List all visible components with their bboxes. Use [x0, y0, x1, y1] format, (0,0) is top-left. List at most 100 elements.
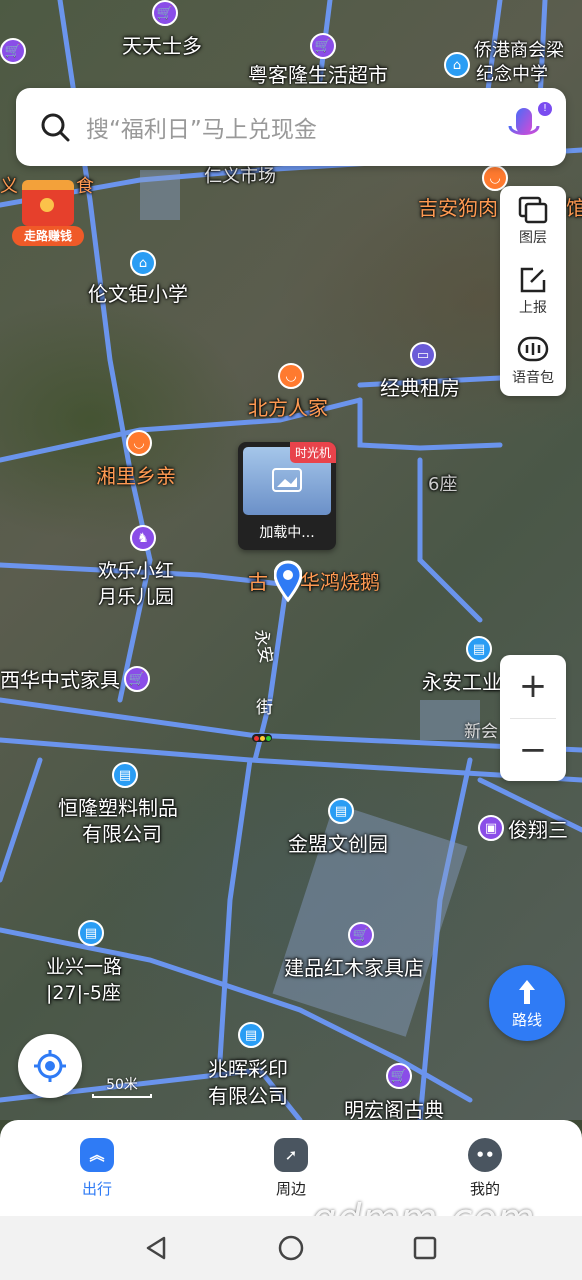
- building-icon: ▤: [112, 762, 138, 788]
- shopping-cart-icon: 🛒: [0, 38, 26, 64]
- map-label: 馆: [566, 196, 582, 220]
- voice-pack-icon: [517, 336, 549, 362]
- map-label: 有限公司: [82, 822, 162, 846]
- food-bowl-icon: ◡: [278, 363, 304, 389]
- map-label: 吉安狗肉: [418, 196, 498, 220]
- locate-crosshair-icon: [34, 1050, 66, 1082]
- search-placeholder[interactable]: 搜“福利日”马上兑现金: [86, 110, 502, 144]
- rocking-horse-icon: ♞: [130, 525, 156, 551]
- map-label: 业兴一路: [46, 956, 123, 978]
- map-label: 建品红木家具店: [284, 956, 424, 980]
- travel-chevrons-icon: ︽: [80, 1137, 114, 1172]
- map-label: 兆晖彩印: [208, 1057, 288, 1081]
- school-icon: ⌂: [444, 52, 470, 78]
- map-label: 伦文钜小学: [88, 282, 188, 306]
- building-icon: ▤: [78, 920, 104, 946]
- shopping-bag-icon: ▣: [478, 815, 504, 841]
- timelapse-card[interactable]: 时光机 加载中...: [238, 442, 336, 550]
- side-toolbar: 图层 上报 语音包: [500, 186, 566, 396]
- shop-poi[interactable]: 🛒: [0, 38, 26, 64]
- map-label: 粤客隆生活超市: [248, 63, 388, 87]
- school-icon: ⌂: [130, 250, 156, 276]
- company-poi[interactable]: ▤: [238, 1022, 264, 1048]
- voice-pack-label: 语音包: [512, 370, 554, 386]
- voice-search-button[interactable]: !: [502, 102, 552, 150]
- recents-square-icon[interactable]: [412, 1235, 438, 1261]
- shopping-cart-icon: 🛒: [124, 666, 150, 692]
- notification-dot: !: [538, 102, 552, 116]
- tab-travel[interactable]: ︽ 出行: [37, 1137, 157, 1199]
- shopping-cart-icon: 🛒: [152, 0, 178, 26]
- bed-icon: ▭: [410, 342, 436, 368]
- locate-me-button[interactable]: [18, 1034, 82, 1098]
- walk-earn-promo[interactable]: 走路赚钱: [12, 180, 84, 250]
- shop-poi[interactable]: ▣: [478, 815, 504, 841]
- tab-nearby[interactable]: ➚ 周边: [231, 1137, 351, 1199]
- home-circle-icon[interactable]: [277, 1234, 305, 1262]
- map-label: 金盟文创园: [288, 832, 388, 856]
- satellite-map[interactable]: 🛒 🛒 🛒 ⌂ ⌂ ◡ ◡ ◡ ▭ ♞ 🛒 ▤ ▤ ▤ ▣ ▤ 🛒 ▤ 🛒 天天…: [0, 0, 582, 1120]
- map-label: 侨港商会梁: [474, 40, 564, 61]
- compass-icon: ➚: [274, 1137, 308, 1172]
- location-pin-icon: [273, 560, 303, 603]
- route-button[interactable]: 路线: [489, 965, 565, 1041]
- report-button[interactable]: 上报: [517, 265, 549, 317]
- route-label: 路线: [511, 1010, 542, 1029]
- voice-pack-button[interactable]: 语音包: [512, 335, 554, 387]
- tab-nearby-label: 周边: [275, 1179, 306, 1198]
- map-label: 仁义市场: [204, 166, 276, 187]
- map-label: 有限公司: [208, 1084, 288, 1108]
- zoom-out-button[interactable]: −: [500, 719, 566, 782]
- shop-poi[interactable]: 🛒: [348, 922, 374, 948]
- map-label: 俊翔三: [508, 818, 568, 842]
- shop-poi[interactable]: 🛒: [152, 0, 178, 26]
- scale-bar: 50米: [92, 1074, 152, 1098]
- food-bowl-icon: ◡: [126, 430, 152, 456]
- shop-poi[interactable]: 🛒: [124, 666, 150, 692]
- food-poi[interactable]: ◡: [126, 430, 152, 456]
- map-label: 北方人家: [248, 396, 328, 420]
- map-label: 6座: [428, 474, 458, 495]
- shopping-cart-icon: 🛒: [348, 922, 374, 948]
- school-poi[interactable]: ⌂: [130, 250, 156, 276]
- map-label: 华鸿烧鹅: [300, 570, 380, 594]
- tab-mine[interactable]: •• 我的: [425, 1137, 545, 1199]
- map-label: 纪念中学: [476, 64, 548, 85]
- map-label: 永安工业: [422, 670, 502, 694]
- road-label: 新会: [464, 722, 498, 742]
- kindergarten-poi[interactable]: ♞: [130, 525, 156, 551]
- map-label: 古: [248, 570, 268, 594]
- search-icon: [41, 113, 70, 142]
- layers-button[interactable]: 图层: [517, 195, 549, 247]
- food-poi[interactable]: ◡: [278, 363, 304, 389]
- shopping-cart-icon: 🛒: [386, 1063, 412, 1089]
- scale-label: 50米: [106, 1077, 138, 1093]
- company-poi[interactable]: ▤: [466, 636, 492, 662]
- company-poi[interactable]: ▤: [78, 920, 104, 946]
- red-packet-icon: [22, 180, 74, 226]
- back-triangle-icon[interactable]: [144, 1235, 170, 1261]
- map-label: 经典租房: [380, 376, 460, 400]
- map-label: 月乐儿园: [98, 586, 175, 608]
- zoom-in-button[interactable]: +: [500, 655, 566, 718]
- shop-poi[interactable]: 🛒: [310, 33, 336, 59]
- school-poi[interactable]: ⌂: [444, 52, 470, 78]
- search-bar[interactable]: 搜“福利日”马上兑现金 !: [16, 88, 566, 166]
- layers-label: 图层: [519, 230, 547, 246]
- promo-label: 走路赚钱: [12, 226, 84, 246]
- profile-face-icon: ••: [468, 1137, 502, 1172]
- hotel-poi[interactable]: ▭: [410, 342, 436, 368]
- map-label: 恒隆塑料制品: [58, 796, 178, 820]
- company-poi[interactable]: ▤: [112, 762, 138, 788]
- layers-icon: [518, 196, 548, 224]
- map-label: 明宏阁古典: [344, 1098, 444, 1120]
- road-label: 街: [256, 698, 273, 718]
- zoom-control: + −: [500, 655, 566, 781]
- map-label: 湘里乡亲: [96, 464, 176, 488]
- company-poi[interactable]: ▤: [328, 798, 354, 824]
- building-icon: ▤: [328, 798, 354, 824]
- traffic-light-icon: [252, 734, 272, 742]
- report-edit-icon: [520, 267, 546, 293]
- map-label: |27|-5座: [46, 982, 121, 1004]
- shop-poi[interactable]: 🛒: [386, 1063, 412, 1089]
